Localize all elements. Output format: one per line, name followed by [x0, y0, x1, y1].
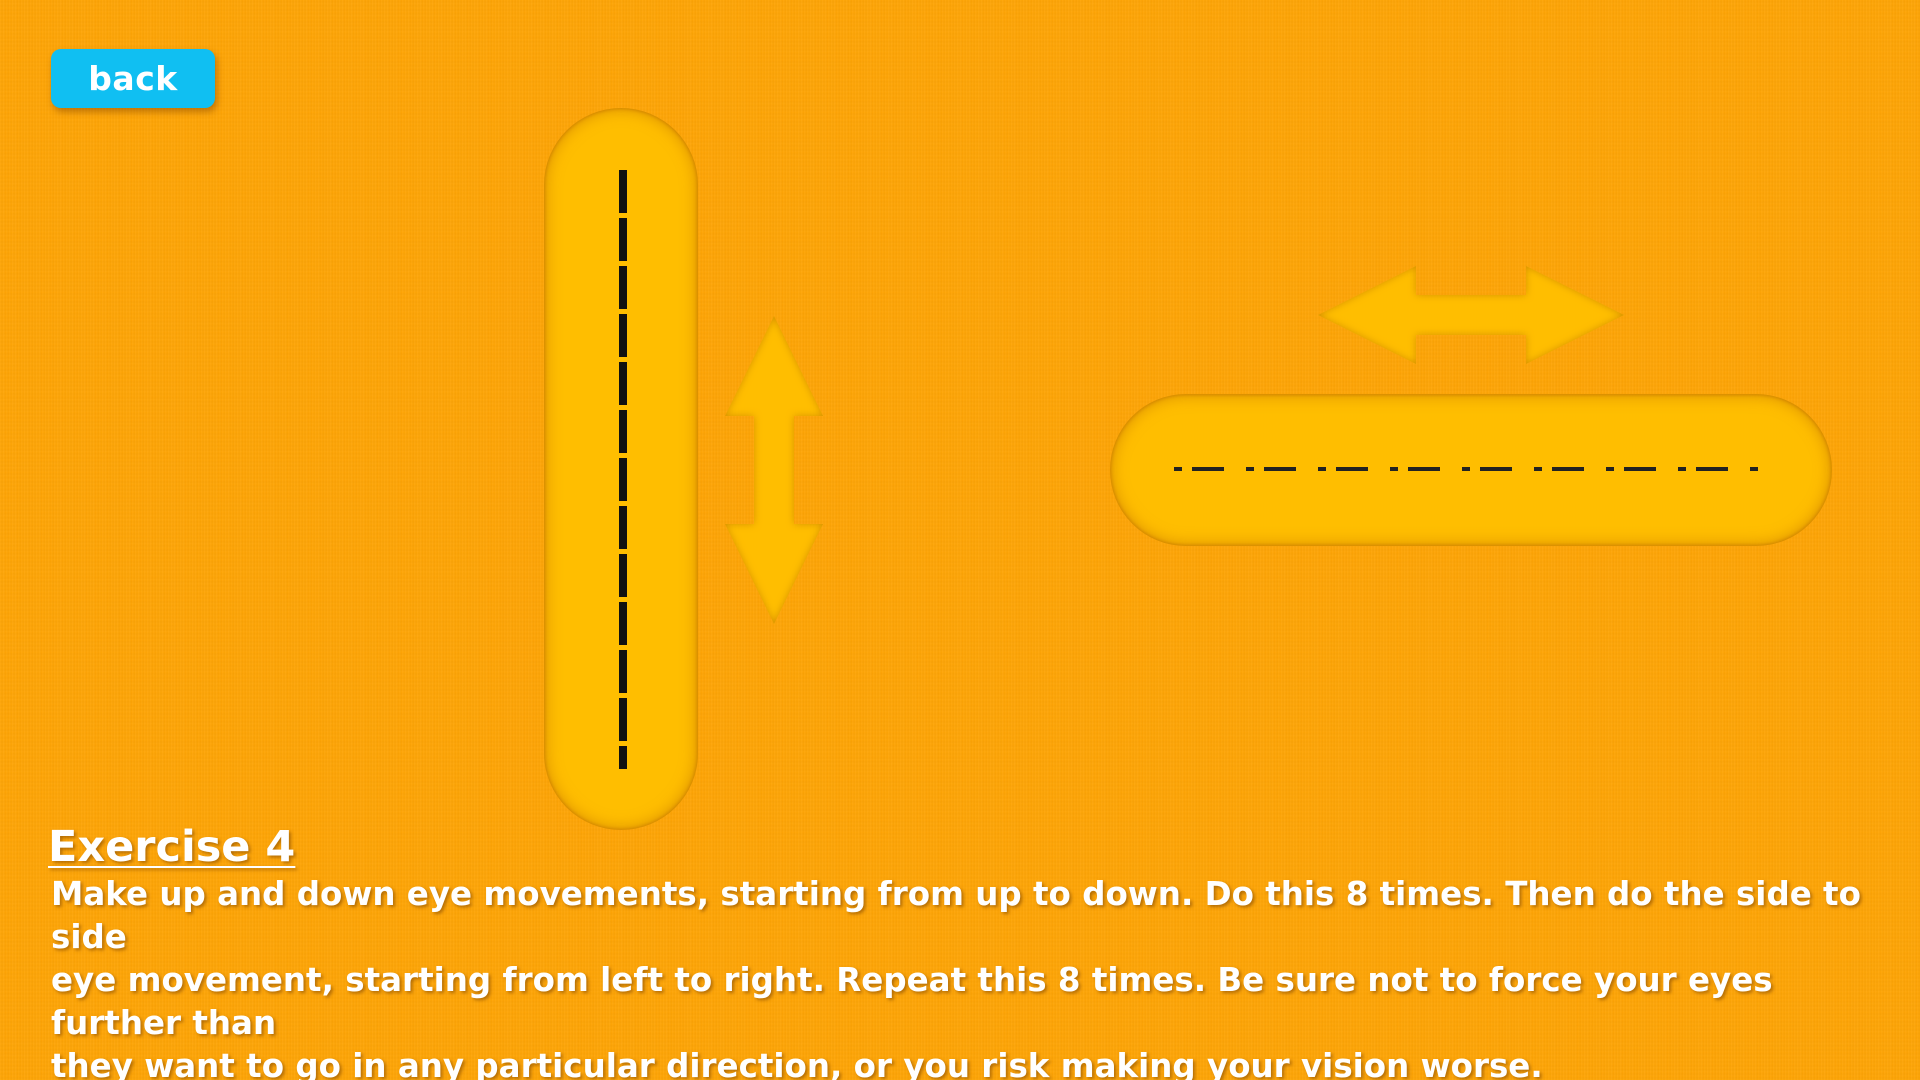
back-button[interactable]: back — [51, 49, 215, 108]
description-line: Make up and down eye movements, starting… — [51, 875, 1861, 956]
exercise-title: Exercise 4 — [48, 822, 296, 872]
left-right-arrow-icon — [1318, 266, 1624, 364]
vertical-dashed-guide-line — [619, 170, 627, 769]
exercise-description: Make up and down eye movements, starting… — [51, 873, 1901, 1080]
description-line: eye movement, starting from left to righ… — [51, 961, 1773, 1042]
description-line: they want to go in any particular direct… — [51, 1047, 1543, 1080]
up-down-arrow-icon — [725, 316, 823, 624]
horizontal-dashed-guide-line — [1168, 467, 1762, 471]
